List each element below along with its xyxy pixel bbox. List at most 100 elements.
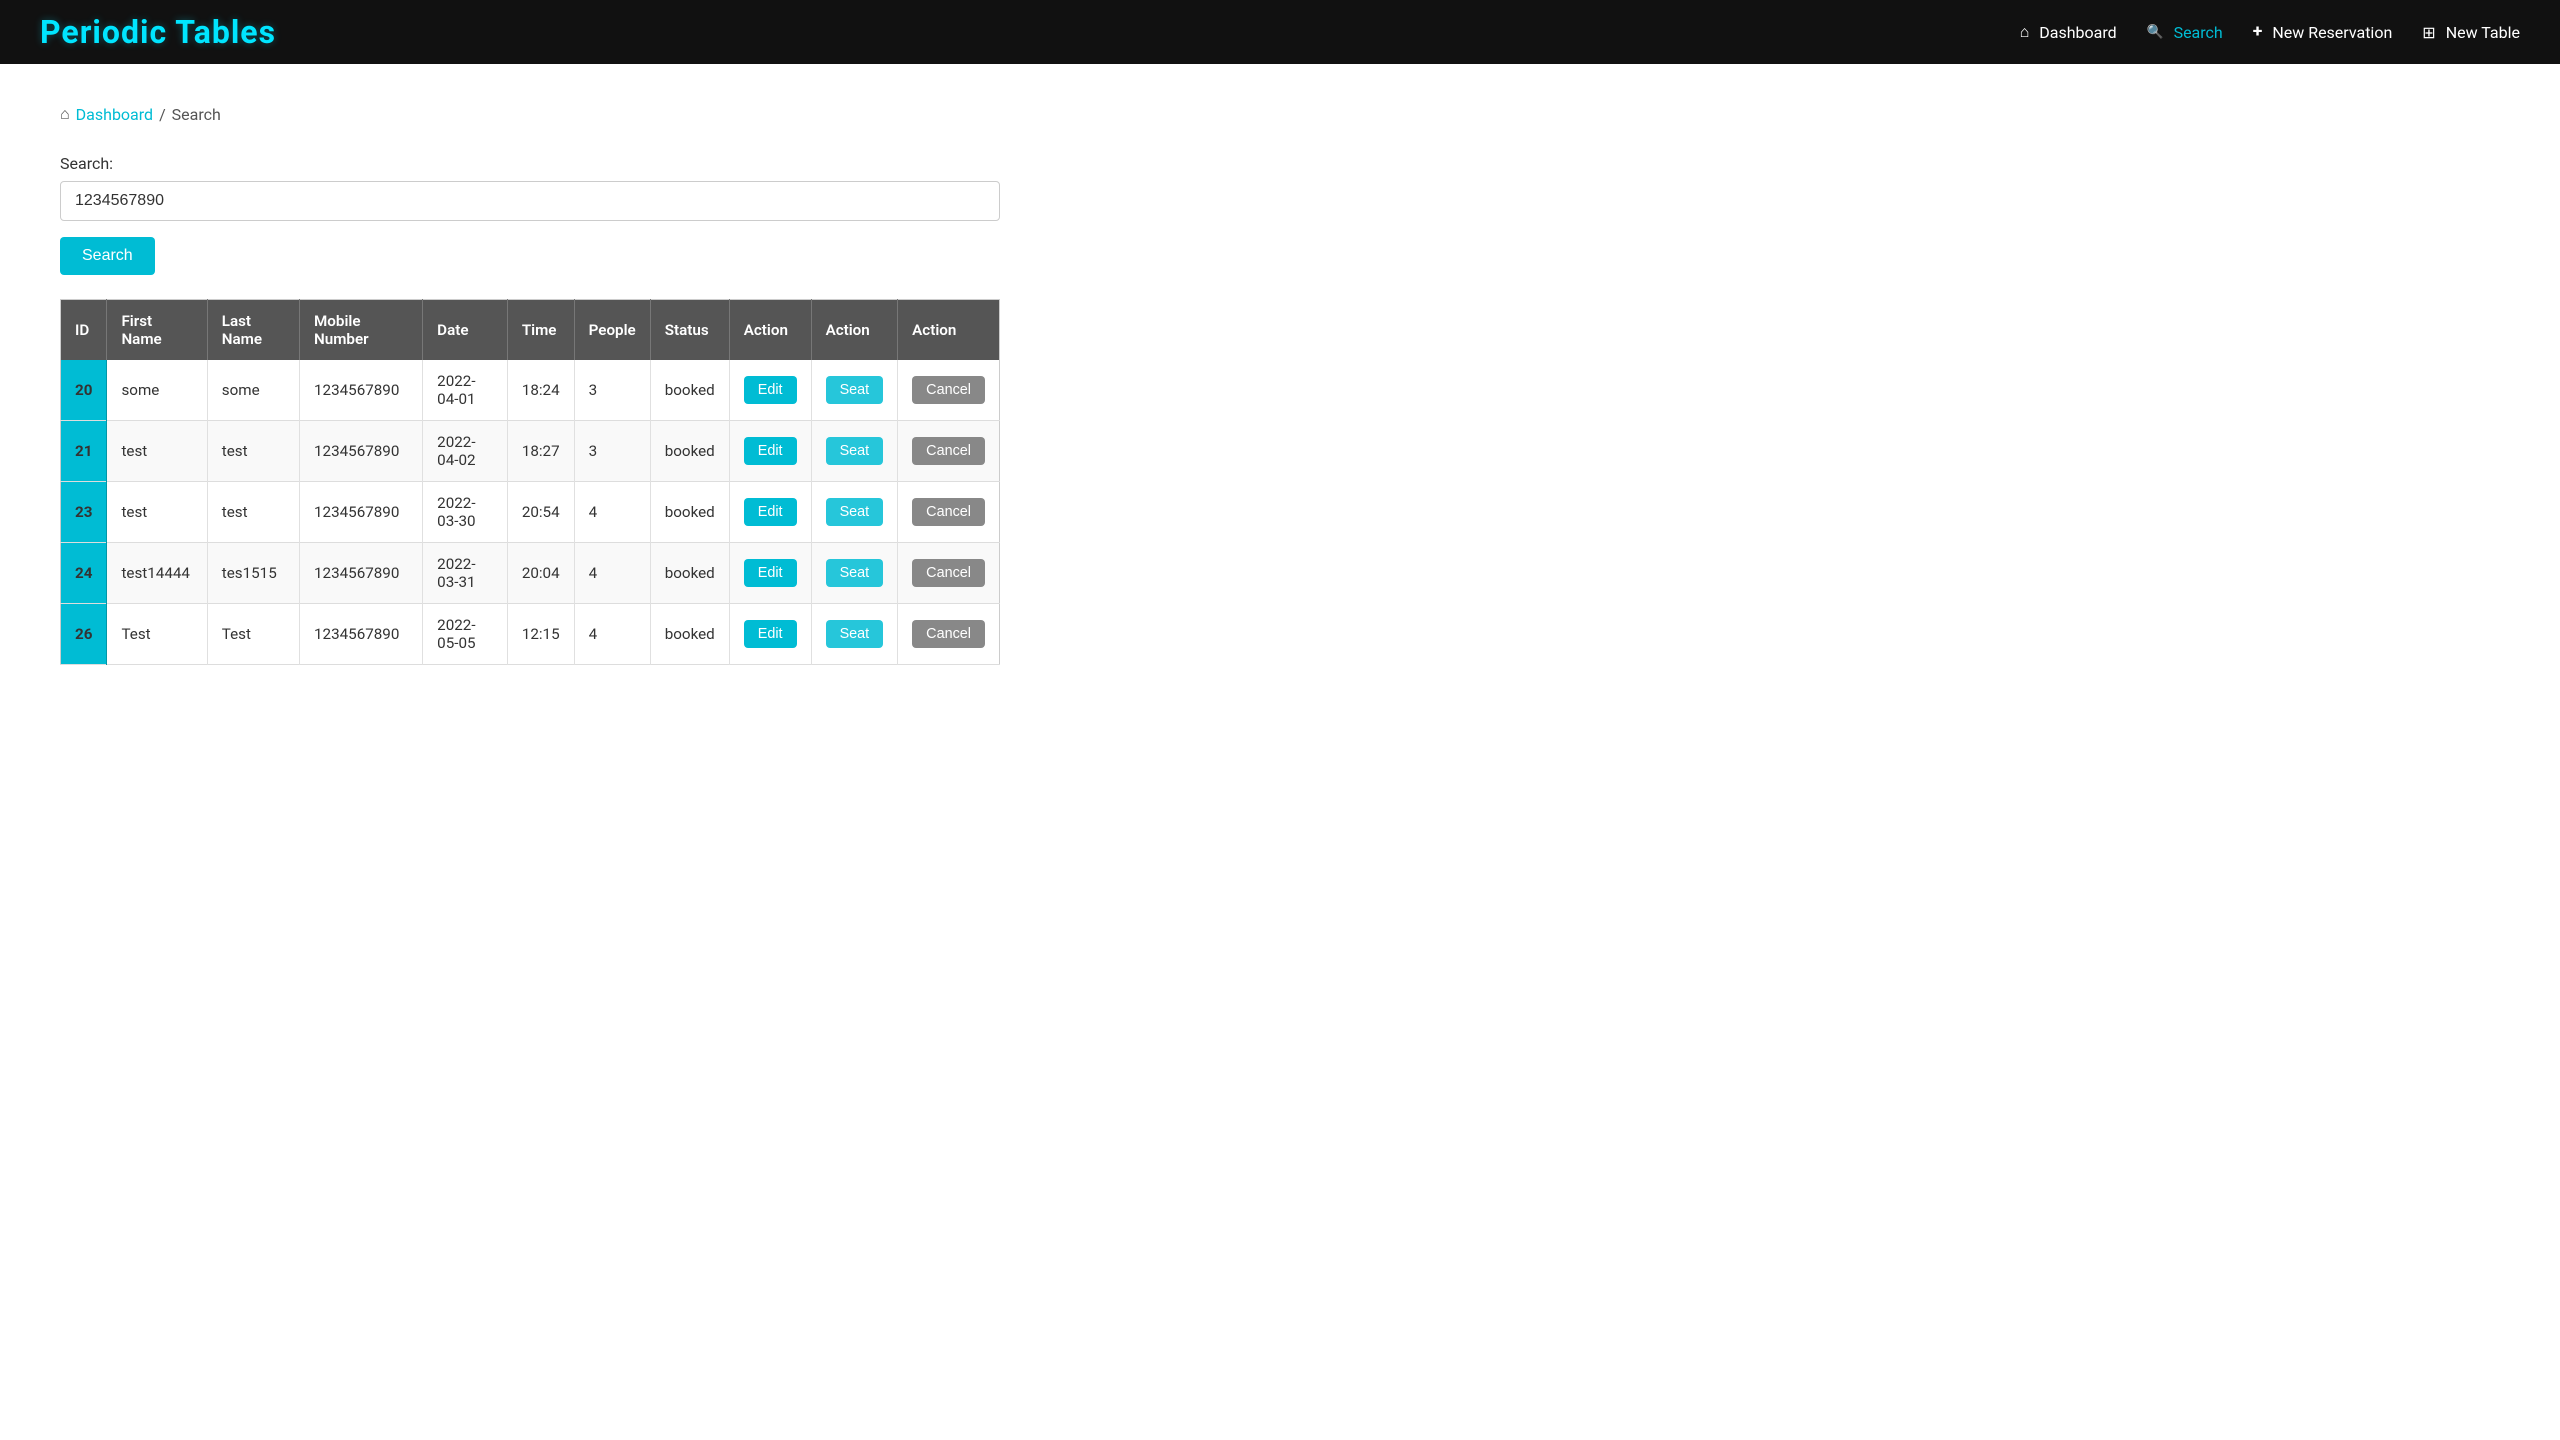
cancel-button[interactable]: Cancel: [912, 559, 985, 587]
cell-seat: Seat: [811, 543, 898, 604]
search-form: Search: Search: [60, 154, 2500, 299]
breadcrumb-dashboard-link[interactable]: Dashboard: [76, 105, 153, 124]
cancel-button[interactable]: Cancel: [912, 498, 985, 526]
col-last-name: Last Name: [207, 300, 299, 361]
col-action-2: Action: [811, 300, 898, 361]
cell-edit: Edit: [729, 543, 811, 604]
breadcrumb: ⌂ Dashboard / Search: [60, 104, 2500, 124]
cell-id: 20: [61, 360, 107, 421]
cell-status: booked: [650, 360, 729, 421]
cell-time: 12:15: [507, 604, 574, 665]
main-content: ⌂ Dashboard / Search Search: Search ID F…: [0, 64, 2560, 705]
cell-time: 18:27: [507, 421, 574, 482]
table-row: 26 Test Test 1234567890 2022-05-05 12:15…: [61, 604, 1000, 665]
cell-date: 2022-03-30: [423, 482, 508, 543]
cell-seat: Seat: [811, 360, 898, 421]
cell-last-name: tes1515: [207, 543, 299, 604]
cell-last-name: test: [207, 482, 299, 543]
cell-first-name: Test: [107, 604, 207, 665]
cell-time: 18:24: [507, 360, 574, 421]
edit-button[interactable]: Edit: [744, 498, 797, 526]
cell-people: 4: [574, 482, 650, 543]
seat-button[interactable]: Seat: [826, 376, 884, 404]
cancel-button[interactable]: Cancel: [912, 376, 985, 404]
cell-edit: Edit: [729, 360, 811, 421]
edit-button[interactable]: Edit: [744, 376, 797, 404]
search-button[interactable]: Search: [60, 237, 155, 275]
col-action-3: Action: [898, 300, 1000, 361]
cell-status: booked: [650, 543, 729, 604]
cell-last-name: some: [207, 360, 299, 421]
col-first-name: First Name: [107, 300, 207, 361]
app-brand: Periodic Tables: [40, 13, 276, 51]
cell-date: 2022-04-01: [423, 360, 508, 421]
cell-first-name: test: [107, 421, 207, 482]
cell-seat: Seat: [811, 482, 898, 543]
cell-last-name: test: [207, 421, 299, 482]
cell-date: 2022-05-05: [423, 604, 508, 665]
cell-status: booked: [650, 421, 729, 482]
search-label: Search:: [60, 154, 2500, 173]
cell-seat: Seat: [811, 421, 898, 482]
cell-people: 4: [574, 543, 650, 604]
table-row: 23 test test 1234567890 2022-03-30 20:54…: [61, 482, 1000, 543]
cell-people: 3: [574, 360, 650, 421]
cell-mobile: 1234567890: [300, 482, 423, 543]
cell-first-name: some: [107, 360, 207, 421]
col-people: People: [574, 300, 650, 361]
breadcrumb-home-icon: ⌂: [60, 104, 70, 124]
cell-first-name: test: [107, 482, 207, 543]
cancel-button[interactable]: Cancel: [912, 620, 985, 648]
cell-status: booked: [650, 482, 729, 543]
cell-people: 3: [574, 421, 650, 482]
seat-button[interactable]: Seat: [826, 498, 884, 526]
col-id: ID: [61, 300, 107, 361]
cell-edit: Edit: [729, 482, 811, 543]
cell-first-name: test14444: [107, 543, 207, 604]
cell-status: booked: [650, 604, 729, 665]
seat-button[interactable]: Seat: [826, 620, 884, 648]
seat-button[interactable]: Seat: [826, 559, 884, 587]
cell-cancel: Cancel: [898, 421, 1000, 482]
reservations-table: ID First Name Last Name Mobile Number Da…: [60, 299, 1000, 665]
cell-id: 23: [61, 482, 107, 543]
cell-last-name: Test: [207, 604, 299, 665]
col-action-1: Action: [729, 300, 811, 361]
table-header: ID First Name Last Name Mobile Number Da…: [61, 300, 1000, 361]
cell-mobile: 1234567890: [300, 421, 423, 482]
cell-date: 2022-04-02: [423, 421, 508, 482]
navbar: Periodic Tables Dashboard Search New Res…: [0, 0, 2560, 64]
breadcrumb-current: Search: [172, 105, 221, 124]
edit-button[interactable]: Edit: [744, 620, 797, 648]
nav-new-table[interactable]: New Table: [2422, 23, 2520, 42]
col-mobile: Mobile Number: [300, 300, 423, 361]
nav-search[interactable]: Search: [2147, 23, 2223, 42]
table-body: 20 some some 1234567890 2022-04-01 18:24…: [61, 360, 1000, 665]
breadcrumb-separator: /: [159, 105, 166, 124]
nav-links: Dashboard Search New Reservation New Tab…: [2020, 22, 2520, 42]
cell-id: 21: [61, 421, 107, 482]
seat-button[interactable]: Seat: [826, 437, 884, 465]
col-status: Status: [650, 300, 729, 361]
cell-cancel: Cancel: [898, 543, 1000, 604]
edit-button[interactable]: Edit: [744, 437, 797, 465]
nav-dashboard[interactable]: Dashboard: [2020, 22, 2117, 42]
cell-edit: Edit: [729, 421, 811, 482]
cancel-button[interactable]: Cancel: [912, 437, 985, 465]
table-header-row: ID First Name Last Name Mobile Number Da…: [61, 300, 1000, 361]
cell-mobile: 1234567890: [300, 604, 423, 665]
cell-time: 20:54: [507, 482, 574, 543]
table-row: 20 some some 1234567890 2022-04-01 18:24…: [61, 360, 1000, 421]
table-row: 21 test test 1234567890 2022-04-02 18:27…: [61, 421, 1000, 482]
cell-mobile: 1234567890: [300, 360, 423, 421]
col-time: Time: [507, 300, 574, 361]
cell-seat: Seat: [811, 604, 898, 665]
table-row: 24 test14444 tes1515 1234567890 2022-03-…: [61, 543, 1000, 604]
cell-id: 24: [61, 543, 107, 604]
cell-mobile: 1234567890: [300, 543, 423, 604]
cell-people: 4: [574, 604, 650, 665]
search-input[interactable]: [60, 181, 1000, 221]
edit-button[interactable]: Edit: [744, 559, 797, 587]
col-date: Date: [423, 300, 508, 361]
nav-new-reservation[interactable]: New Reservation: [2253, 22, 2393, 42]
